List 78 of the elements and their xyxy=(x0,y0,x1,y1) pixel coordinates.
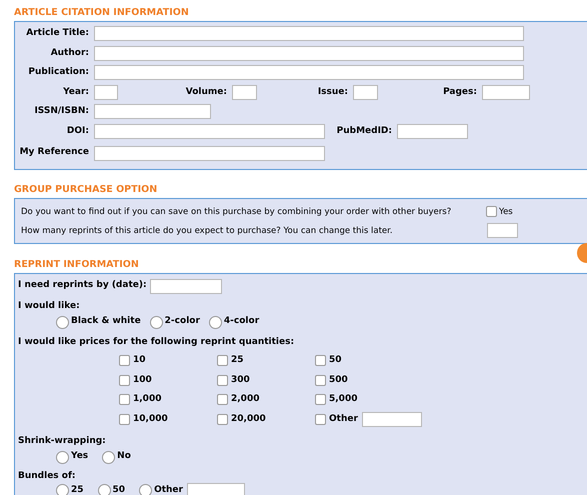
input-field[interactable] xyxy=(94,26,524,42)
option-label: 10 xyxy=(133,354,146,367)
checkbox[interactable] xyxy=(486,206,497,217)
field-label: Article Title: xyxy=(25,27,89,40)
checkbox[interactable] xyxy=(217,414,228,425)
option-label: 5,000 xyxy=(329,393,358,406)
option-label: Other xyxy=(329,412,358,426)
field-label: I would like: xyxy=(18,300,81,313)
field-label: Publication: xyxy=(27,66,89,79)
input-field[interactable] xyxy=(94,124,325,139)
option-label: 1,000 xyxy=(133,393,162,406)
field-label: Shrink-wrapping: xyxy=(18,435,107,448)
input-field[interactable] xyxy=(94,146,325,160)
option-label: 50 xyxy=(329,354,342,367)
option-label: 25 xyxy=(71,484,84,495)
option-label: 50 xyxy=(112,484,126,495)
option-label: 2-color xyxy=(164,315,200,328)
section-heading: REPRINT INFORMATION xyxy=(14,259,140,272)
checkbox[interactable] xyxy=(119,374,130,386)
checkbox[interactable] xyxy=(315,355,326,366)
field-label: ISSN/ISBN: xyxy=(33,105,89,118)
checkbox[interactable] xyxy=(217,394,228,406)
input-field[interactable] xyxy=(482,84,530,100)
radio-button[interactable] xyxy=(150,316,163,328)
option-label: Black & white xyxy=(71,315,141,328)
input-field[interactable] xyxy=(353,84,378,100)
section-heading: ARTICLE CITATION INFORMATION xyxy=(14,6,190,20)
option-label: 20,000 xyxy=(231,412,266,426)
radio-button[interactable] xyxy=(56,484,69,495)
option-label: 25 xyxy=(231,354,244,367)
input-field[interactable] xyxy=(94,104,211,120)
option-label: Yes xyxy=(71,450,88,464)
input-field[interactable] xyxy=(150,278,222,294)
section-heading: GROUP PURCHASE OPTION xyxy=(14,184,158,197)
radio-button[interactable] xyxy=(98,484,111,495)
radio-button[interactable] xyxy=(56,450,69,464)
field-label: Year: xyxy=(62,86,89,98)
checkbox[interactable] xyxy=(315,374,326,386)
field-label: My Reference xyxy=(18,146,89,160)
option-label: Other xyxy=(154,484,183,495)
checkbox[interactable] xyxy=(217,355,228,366)
field-label: DOI: xyxy=(66,124,89,138)
option-label: 2,000 xyxy=(231,393,260,406)
input-field[interactable] xyxy=(94,46,524,61)
input-field[interactable] xyxy=(487,223,518,238)
option-label: 4-color xyxy=(224,315,260,328)
checkbox[interactable] xyxy=(315,394,326,406)
checkbox-label: Yes xyxy=(499,206,513,218)
field-label: I would like prices for the following reprint quantities: xyxy=(18,336,296,349)
checkbox[interactable] xyxy=(119,355,130,366)
field-label: I need reprints by (date): xyxy=(18,279,147,292)
input-field[interactable] xyxy=(186,483,245,495)
radio-button[interactable] xyxy=(102,450,116,464)
option-label: 300 xyxy=(231,374,250,386)
radio-button[interactable] xyxy=(56,316,69,328)
checkbox[interactable] xyxy=(119,414,130,425)
option-label: 500 xyxy=(329,374,348,386)
field-label: Author: xyxy=(50,46,89,60)
option-label: 10,000 xyxy=(133,412,168,426)
input-field[interactable] xyxy=(232,84,257,100)
input-field[interactable] xyxy=(94,84,118,100)
input-field[interactable] xyxy=(397,124,468,139)
field-label: PubMedID: xyxy=(336,124,392,138)
question-text: Do you want to find out if you can save on this purchase by combining your order with other buyers? xyxy=(21,206,452,218)
input-field[interactable] xyxy=(362,412,422,427)
question-text: How many reprints of this article do you expect to purchase? You can change this later. xyxy=(21,224,394,236)
field-label: Volume: xyxy=(184,86,227,98)
option-label: No xyxy=(117,450,131,464)
option-label: 100 xyxy=(133,374,152,386)
input-field[interactable] xyxy=(94,65,524,80)
checkbox[interactable] xyxy=(217,374,228,386)
checkbox[interactable] xyxy=(315,414,326,425)
checkbox[interactable] xyxy=(119,394,130,406)
field-label: Pages: xyxy=(442,86,477,98)
field-label: Bundles of: xyxy=(18,470,76,483)
field-label: Issue: xyxy=(316,86,348,98)
radio-button[interactable] xyxy=(139,484,152,495)
radio-button[interactable] xyxy=(208,316,222,328)
